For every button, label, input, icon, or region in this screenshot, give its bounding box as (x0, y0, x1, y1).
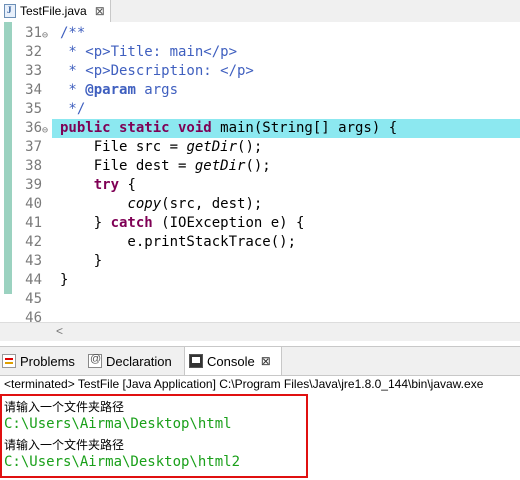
code-text: * @param args (60, 82, 179, 98)
close-icon[interactable]: ⊠ (261, 354, 271, 368)
code-text: File dest = getDir(); (60, 158, 271, 174)
code-text: File src = getDir(); (60, 139, 263, 155)
code-text: try { (93, 177, 136, 193)
console-prompt-line: 请输入一个文件夹路径 (4, 400, 125, 414)
code-text: /** (60, 25, 86, 41)
horizontal-scrollbar[interactable]: < (0, 322, 520, 341)
code-line[interactable]: /** (0, 24, 520, 43)
java-file-icon (4, 4, 16, 18)
code-line[interactable]: } (0, 271, 520, 290)
code-text: e.printStackTrace(); (60, 234, 297, 250)
code-line[interactable]: try { (0, 176, 520, 195)
line-number: 36 (25, 120, 42, 136)
console-icon (189, 354, 203, 368)
code-text: copy(src, dest); (127, 196, 263, 212)
problems-icon (2, 354, 16, 368)
tab-problems[interactable]: Problems (2, 347, 84, 375)
code-line[interactable]: } (0, 252, 520, 271)
code-line[interactable]: File dest = getDir(); (0, 157, 520, 176)
console-output[interactable]: 请输入一个文件夹路径 C:\Users\Airma\Desktop\html 请输入… (0, 394, 520, 480)
code-line[interactable]: * <p>Title: main</p> (0, 43, 520, 62)
code-line[interactable]: * <p>Description: </p> (0, 62, 520, 81)
code-line[interactable]: } catch (IOException e) { (0, 214, 520, 233)
editor-tab-testfile[interactable]: TestFile.java ⊠ (0, 0, 111, 22)
close-icon[interactable]: ⊠ (95, 4, 105, 18)
code-line[interactable] (0, 290, 520, 309)
code-text: } (60, 272, 69, 288)
console-input-line: C:\Users\Airma\Desktop\html2 (4, 454, 241, 470)
code-text: * <p>Title: main</p> (60, 44, 238, 60)
tab-console[interactable]: Console ⊠ (184, 347, 282, 375)
code-text: * <p>Description: </p> (60, 63, 254, 79)
code-line[interactable]: copy(src, dest); (0, 195, 520, 214)
code-editor[interactable]: 31 ⊖/** 32 * <p>Title: main</p> 33 * <p>Des… (0, 22, 520, 340)
current-code-line[interactable]: public static void main(String[] args) { (52, 119, 520, 138)
console-input-line: C:\Users\Airma\Desktop\html (4, 416, 232, 432)
tab-declaration-label: Declaration (106, 353, 172, 369)
code-text: } (60, 253, 103, 269)
code-line[interactable]: * @param args (0, 81, 520, 100)
declaration-icon (88, 353, 102, 368)
code-line[interactable]: e.printStackTrace(); (0, 233, 520, 252)
tab-declaration[interactable]: Declaration (88, 347, 182, 375)
code-text: public static void main(String[] args) { (60, 120, 398, 136)
editor-tab-bar: TestFile.java ⊠ (0, 0, 520, 23)
code-text: */ (60, 101, 86, 117)
editor-tab-label: TestFile.java (20, 4, 87, 18)
console-prompt-line: 请输入一个文件夹路径 (4, 438, 125, 452)
tab-console-label: Console (207, 353, 255, 369)
bottom-views-tabbar: Problems Declaration Console ⊠ (0, 346, 520, 376)
scroll-left-icon[interactable]: < (56, 324, 63, 338)
code-line[interactable]: File src = getDir(); (0, 138, 520, 157)
console-status: <terminated> TestFile [Java Application]… (4, 377, 484, 391)
code-line[interactable]: */ (0, 100, 520, 119)
tab-problems-label: Problems (20, 353, 75, 369)
code-text: } catch (IOException e) { (60, 215, 305, 231)
